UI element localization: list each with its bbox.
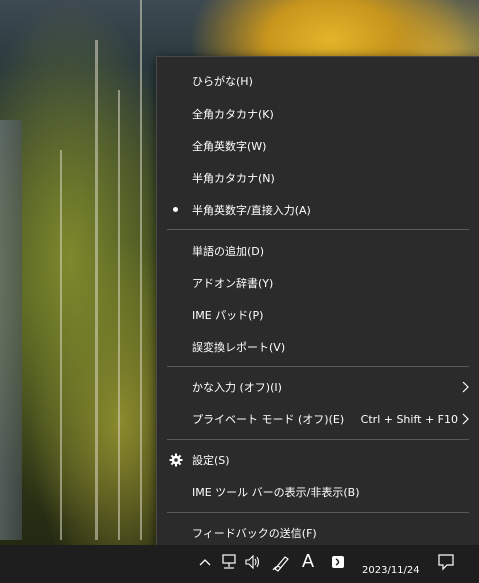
menu-item-label: かな入力 (オフ)(I) <box>192 381 282 394</box>
volume-icon[interactable] <box>244 554 262 570</box>
menu-item-label: IME パッド(P) <box>192 309 264 322</box>
menu-item-kana-input[interactable]: かな入力 (オフ)(I) <box>158 372 478 402</box>
menu-item-label: プライベート モード (オフ)(E) <box>192 413 345 426</box>
chevron-up-icon[interactable] <box>198 557 212 567</box>
menu-item-label: 誤変換レポート(V) <box>192 341 286 354</box>
menu-separator <box>167 366 469 367</box>
notification-icon[interactable] <box>437 553 455 571</box>
menu-item-private-mode[interactable]: プライベート モード (オフ)(E) Ctrl + Shift + F10 <box>158 404 478 434</box>
menu-item-halfwidth-alphanumeric[interactable]: 半角英数字/直接入力(A) <box>158 195 478 225</box>
menu-item-shortcut: Ctrl + Shift + F10 <box>360 412 458 426</box>
menu-item-hiragana[interactable]: ひらがな(H) <box>158 66 478 96</box>
menu-item-conversion-report[interactable]: 誤変換レポート(V) <box>158 332 478 362</box>
ime-context-menu: ひらがな(H) 全角カタカナ(K) 全角英数字(W) 半角カタカナ(N) 半角英… <box>156 56 479 558</box>
menu-item-toggle-toolbar[interactable]: IME ツール バーの表示/非表示(B) <box>158 477 478 507</box>
taskbar: A 2023/11/24 <box>0 545 479 583</box>
menu-item-addon-dictionary[interactable]: アドオン辞書(Y) <box>158 268 478 298</box>
menu-item-ime-pad[interactable]: IME パッド(P) <box>158 300 478 330</box>
selected-bullet-icon <box>173 207 178 212</box>
menu-item-label: 全角英数字(W) <box>192 140 267 153</box>
menu-item-label: 単語の追加(D) <box>192 245 265 258</box>
menu-separator <box>167 512 469 513</box>
menu-item-label: 半角英数字/直接入力(A) <box>192 204 311 217</box>
taskbar-date[interactable]: 2023/11/24 <box>362 565 420 576</box>
wallpaper-tree-trunk <box>60 150 62 540</box>
menu-item-send-feedback[interactable]: フィードバックの送信(F) <box>158 518 478 548</box>
menu-item-label: フィードバックの送信(F) <box>192 527 317 540</box>
menu-item-fullwidth-alphanumeric[interactable]: 全角英数字(W) <box>158 131 478 161</box>
menu-item-halfwidth-katakana[interactable]: 半角カタカナ(N) <box>158 163 478 193</box>
menu-item-label: IME ツール バーの表示/非表示(B) <box>192 486 360 499</box>
network-icon[interactable] <box>220 554 238 570</box>
menu-item-settings[interactable]: 設定(S) <box>158 445 478 475</box>
menu-item-add-word[interactable]: 単語の追加(D) <box>158 236 478 266</box>
menu-item-label: アドオン辞書(Y) <box>192 277 274 290</box>
menu-separator <box>167 229 469 230</box>
wallpaper-tree-trunk <box>140 0 142 540</box>
menu-item-label: 設定(S) <box>192 454 230 467</box>
wallpaper-tree-trunk <box>95 40 98 540</box>
chevron-right-icon <box>462 413 469 425</box>
menu-separator <box>167 439 469 440</box>
menu-item-label: 半角カタカナ(N) <box>192 172 275 185</box>
menu-item-label: 全角カタカナ(K) <box>192 108 274 121</box>
ime-dictionary-icon[interactable] <box>330 554 346 570</box>
gear-icon <box>169 453 183 467</box>
chevron-right-icon <box>462 381 469 393</box>
wallpaper-tree-trunk <box>118 90 120 540</box>
wallpaper-building <box>0 120 22 540</box>
menu-item-fullwidth-katakana[interactable]: 全角カタカナ(K) <box>158 99 478 129</box>
pen-icon[interactable] <box>272 554 292 572</box>
menu-item-label: ひらがな(H) <box>192 75 253 88</box>
ime-mode-icon[interactable]: A <box>302 551 314 572</box>
